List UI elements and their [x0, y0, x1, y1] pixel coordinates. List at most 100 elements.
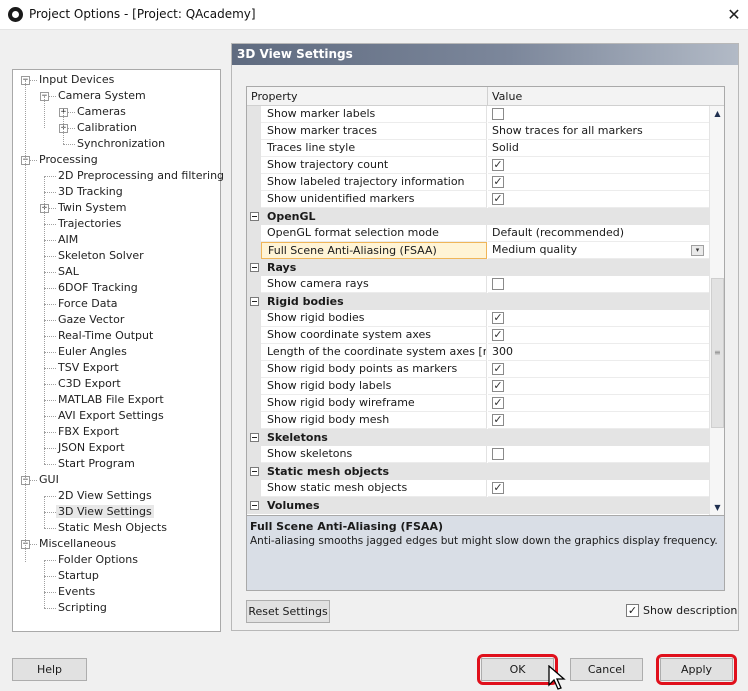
property-row[interactable]: Show unidentified markers ✓: [247, 191, 709, 208]
category-row[interactable]: Volumes: [247, 497, 709, 514]
property-value[interactable]: Solid: [488, 140, 709, 157]
property-name[interactable]: Show skeletons: [261, 446, 487, 463]
property-name[interactable]: Traces line style: [261, 140, 487, 157]
collapse-icon[interactable]: [250, 263, 259, 272]
checked-checkbox-icon[interactable]: ✓: [492, 312, 504, 324]
grid-scrollbar[interactable]: ▲ ≡ ▼: [709, 106, 724, 515]
property-value[interactable]: ✓: [488, 327, 709, 344]
property-value[interactable]: Default (recommended): [488, 225, 709, 242]
tree-node[interactable]: 2D Preprocessing and filtering: [56, 168, 226, 184]
checked-checkbox-icon[interactable]: ✓: [492, 176, 504, 188]
tree-node[interactable]: Static Mesh Objects: [56, 520, 169, 536]
checked-checkbox-icon[interactable]: ✓: [492, 159, 504, 171]
property-row[interactable]: Show trajectory count ✓: [247, 157, 709, 174]
property-value[interactable]: ✓: [488, 412, 709, 429]
property-row[interactable]: Show rigid bodies ✓: [247, 310, 709, 327]
tree-node[interactable]: C3D Export: [56, 376, 123, 392]
property-row[interactable]: Show rigid body points as markers ✓: [247, 361, 709, 378]
tree-node[interactable]: TSV Export: [56, 360, 121, 376]
property-value[interactable]: [488, 106, 709, 123]
tree-node[interactable]: Events: [56, 584, 97, 600]
tree-node[interactable]: AIM: [56, 232, 80, 248]
tree-node[interactable]: Twin System: [56, 200, 128, 216]
property-row[interactable]: Traces line style Solid: [247, 140, 709, 157]
tree-node[interactable]: Folder Options: [56, 552, 140, 568]
collapse-icon[interactable]: [250, 212, 259, 221]
tree-node[interactable]: 6DOF Tracking: [56, 280, 140, 296]
property-row[interactable]: Show camera rays: [247, 276, 709, 293]
dropdown-arrow-icon[interactable]: ▾: [691, 245, 704, 256]
tree-node[interactable]: Camera System: [56, 88, 148, 104]
property-name[interactable]: Show marker traces: [261, 123, 487, 140]
property-row[interactable]: Show rigid body mesh ✓: [247, 412, 709, 429]
property-value[interactable]: ✓: [488, 174, 709, 191]
tree-node[interactable]: Synchronization: [75, 136, 167, 152]
property-name[interactable]: Show static mesh objects: [261, 480, 487, 497]
property-value[interactable]: [488, 276, 709, 293]
property-row[interactable]: Show rigid body wireframe ✓: [247, 395, 709, 412]
tree-node[interactable]: Calibration: [75, 120, 139, 136]
tree-node[interactable]: Trajectories: [56, 216, 123, 232]
checked-checkbox-icon[interactable]: ✓: [492, 363, 504, 375]
tree-node[interactable]: Real-Time Output: [56, 328, 155, 344]
property-row[interactable]: OpenGL format selection mode Default (rec…: [247, 225, 709, 242]
property-name[interactable]: OpenGL format selection mode: [261, 225, 487, 242]
checked-checkbox-icon[interactable]: ✓: [492, 193, 504, 205]
show-description-checkbox[interactable]: ✓: [626, 604, 639, 617]
scroll-down-icon[interactable]: ▼: [711, 501, 724, 514]
tree-node[interactable]: 3D View Settings: [56, 504, 154, 520]
category-row[interactable]: Rigid bodies: [247, 293, 709, 310]
property-row[interactable]: Show labeled trajectory information ✓: [247, 174, 709, 191]
unchecked-checkbox-icon[interactable]: [492, 108, 504, 120]
property-name[interactable]: Show coordinate system axes: [261, 327, 487, 344]
unchecked-checkbox-icon[interactable]: [492, 278, 504, 290]
tree-node[interactable]: JSON Export: [56, 440, 127, 456]
tree-node[interactable]: 3D Tracking: [56, 184, 125, 200]
property-row[interactable]: Show rigid body labels ✓: [247, 378, 709, 395]
property-value[interactable]: ✓: [488, 395, 709, 412]
property-name[interactable]: Show unidentified markers: [261, 191, 487, 208]
checked-checkbox-icon[interactable]: ✓: [492, 329, 504, 341]
close-icon[interactable]: ✕: [722, 4, 746, 26]
property-row[interactable]: Full Scene Anti-Aliasing (FSAA) Medium qu…: [247, 242, 709, 259]
property-name[interactable]: Show camera rays: [261, 276, 487, 293]
property-name[interactable]: Show labeled trajectory information: [261, 174, 487, 191]
checked-checkbox-icon[interactable]: ✓: [492, 380, 504, 392]
property-value[interactable]: ✓: [488, 378, 709, 395]
category-row[interactable]: Static mesh objects: [247, 463, 709, 480]
tree-node[interactable]: Force Data: [56, 296, 120, 312]
property-name[interactable]: Show rigid bodies: [261, 310, 487, 327]
property-value[interactable]: ✓: [488, 157, 709, 174]
property-name[interactable]: Full Scene Anti-Aliasing (FSAA): [261, 242, 487, 259]
tree-node[interactable]: Cameras: [75, 104, 128, 120]
checked-checkbox-icon[interactable]: ✓: [492, 397, 504, 409]
tree-node[interactable]: SAL: [56, 264, 81, 280]
tree-node[interactable]: Scripting: [56, 600, 109, 616]
property-grid[interactable]: Property Value Show marker labels Show ma…: [246, 86, 725, 516]
property-value[interactable]: ✓: [488, 191, 709, 208]
property-name[interactable]: Show rigid body mesh: [261, 412, 487, 429]
property-value[interactable]: Show traces for all markers: [488, 123, 709, 140]
property-row[interactable]: Show coordinate system axes ✓: [247, 327, 709, 344]
property-name[interactable]: Show rigid body wireframe: [261, 395, 487, 412]
property-value[interactable]: ✓: [488, 361, 709, 378]
tree-node[interactable]: Skeleton Solver: [56, 248, 146, 264]
tree-node[interactable]: MATLAB File Export: [56, 392, 166, 408]
property-name[interactable]: Show rigid body labels: [261, 378, 487, 395]
property-value[interactable]: 300: [488, 344, 709, 361]
property-name[interactable]: Length of the coordinate system axes [mm…: [261, 344, 487, 361]
property-value[interactable]: ✓: [488, 480, 709, 497]
scroll-up-icon[interactable]: ▲: [711, 107, 724, 120]
property-value[interactable]: ✓: [488, 310, 709, 327]
property-row[interactable]: Show skeletons: [247, 446, 709, 463]
tree-node[interactable]: Euler Angles: [56, 344, 129, 360]
checked-checkbox-icon[interactable]: ✓: [492, 414, 504, 426]
tree-node[interactable]: Start Program: [56, 456, 137, 472]
tree-node[interactable]: FBX Export: [56, 424, 121, 440]
tree-node[interactable]: GUI: [37, 472, 61, 488]
collapse-icon[interactable]: [250, 467, 259, 476]
reset-settings-button[interactable]: Reset Settings: [246, 600, 330, 623]
property-row[interactable]: Show marker labels: [247, 106, 709, 123]
tree-node[interactable]: Gaze Vector: [56, 312, 126, 328]
tree-node[interactable]: Input Devices: [37, 72, 116, 88]
